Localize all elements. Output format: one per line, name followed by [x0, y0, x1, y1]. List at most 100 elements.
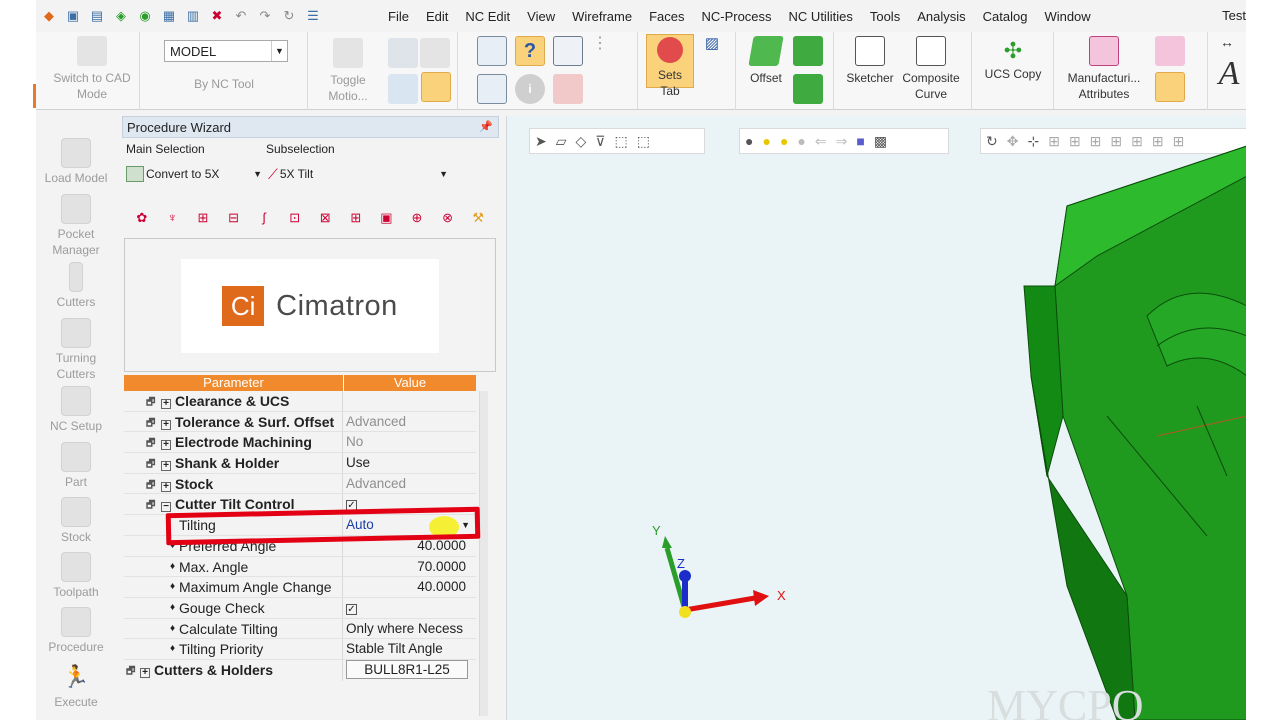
toolpath-button[interactable]: Toolpath — [36, 552, 116, 600]
wizard-tool-12-icon[interactable]: ⚒ — [468, 210, 488, 228]
3d-viewport[interactable]: ➤ ▱ ◇ ⊽ ⬚ ⬚ ● ● ● ● ⇐ ⇒ ■ ▩ ↻ ✥ ⊹ ⊞ ⊞ ⊞ … — [506, 116, 1246, 720]
tool-icon[interactable] — [388, 38, 418, 72]
part-button[interactable]: Part — [36, 442, 116, 490]
menu-nc-edit[interactable]: NC Edit — [465, 9, 510, 24]
redo-icon[interactable]: ↷ — [254, 6, 276, 26]
toggle-motion-button[interactable]: Toggle Motio... — [318, 38, 378, 104]
expand-icon[interactable]: + — [161, 399, 171, 409]
gouge-check-checkbox[interactable]: ✓ — [346, 603, 357, 615]
by-nc-tool-button[interactable]: By NC Tool — [164, 76, 284, 92]
value-clearance-ucs[interactable] — [343, 391, 476, 411]
table-row[interactable]: 🗗 + Shank & Holder Use — [124, 453, 476, 474]
collapse-icon[interactable]: − — [161, 502, 171, 513]
execute-button[interactable]: 🏃 Execute — [36, 662, 116, 710]
info-icon[interactable]: i — [514, 74, 546, 104]
cutter-tilt-checkbox[interactable]: ✓ — [346, 500, 357, 512]
wizard-tool-1-icon[interactable]: ✿ — [132, 210, 152, 228]
menu-tools[interactable]: Tools — [870, 9, 900, 24]
value-shank-holder[interactable]: Use — [343, 453, 476, 473]
text-icon[interactable]: A — [1212, 57, 1246, 91]
manufacturing-attributes-button[interactable]: Manufacturi... Attributes — [1062, 36, 1146, 102]
table-row[interactable]: 🗗 + Stock Advanced — [124, 473, 476, 495]
nc-setup-button[interactable]: NC Setup — [36, 386, 116, 434]
table-row[interactable]: ♦ Preferred Angle 40.0000 — [124, 535, 476, 557]
table-row[interactable]: ♦ Tilting Priority Stable Tilt Angle — [124, 639, 476, 660]
wizard-tool-7-icon[interactable]: ⊠ — [315, 210, 335, 228]
cutters-button[interactable]: Cutters — [36, 262, 116, 310]
delete-icon[interactable]: ✖ — [206, 6, 228, 26]
switch-to-cad-button[interactable]: Switch to CAD Mode — [42, 36, 142, 102]
value-max-angle-change[interactable]: 40.0000 — [343, 577, 476, 597]
table-row[interactable]: 🗗 + Cutters & Holders BULL8R1-L25 — [124, 659, 476, 681]
procedure-button[interactable]: Procedure — [36, 607, 116, 655]
view-icon[interactable]: ▦ — [158, 6, 180, 26]
wizard-tool-2-icon[interactable]: ♆ — [163, 210, 183, 228]
wizard-tool-10-icon[interactable]: ⊕ — [407, 210, 427, 228]
list-icon[interactable]: ☰ — [302, 6, 324, 26]
table-row[interactable]: ♦ Calculate Tilting Only where Necess — [124, 618, 476, 640]
menu-window[interactable]: Window — [1044, 9, 1090, 24]
green-cube-icon[interactable]: ◈ — [110, 6, 132, 26]
table-row[interactable]: ♦ Max. Angle 70.0000 — [124, 556, 476, 578]
expand-icon[interactable]: + — [140, 667, 150, 678]
table-row[interactable]: 🗗 + Electrode Machining No — [124, 432, 476, 454]
surface-icon[interactable] — [792, 36, 824, 70]
expand-icon[interactable]: + — [161, 440, 171, 451]
menu-file[interactable]: File — [388, 9, 409, 24]
value-preferred-angle[interactable]: 40.0000 — [343, 536, 476, 556]
cutter-selection-button[interactable]: BULL8R1-L25 — [346, 659, 468, 679]
help-icon[interactable]: ? — [514, 36, 546, 66]
menu-catalog[interactable]: Catalog — [983, 9, 1028, 24]
attribute-icon[interactable] — [1154, 36, 1186, 70]
load-model-button[interactable]: Load Model — [36, 138, 116, 186]
nc-icon[interactable]: ◉ — [134, 6, 156, 26]
cube-icon[interactable] — [420, 38, 450, 72]
refresh-icon[interactable]: ↻ — [278, 6, 300, 26]
wizard-tool-9-icon[interactable]: ▣ — [377, 210, 397, 228]
table-scrollbar[interactable] — [479, 391, 488, 716]
offset-button[interactable]: Offset — [744, 36, 788, 86]
pocket-manager-button[interactable]: Pocket Manager — [36, 194, 116, 258]
table-icon[interactable] — [476, 74, 508, 108]
expand-icon[interactable]: + — [161, 419, 171, 430]
wizard-tool-3-icon[interactable]: ⊞ — [193, 210, 213, 228]
value-stock[interactable]: Advanced — [343, 474, 476, 494]
main-selection-dropdown[interactable]: Convert to 5X ▼ — [126, 164, 262, 184]
surface-2-icon[interactable] — [792, 74, 824, 108]
wizard-tool-5-icon[interactable]: ʃ — [254, 210, 274, 228]
machine-icon[interactable] — [552, 74, 584, 108]
table-row[interactable]: 🗗 − Cutter Tilt Control ✓ — [124, 494, 476, 516]
menu-analysis[interactable]: Analysis — [917, 9, 965, 24]
table-row[interactable]: 🗗 + Clearance & UCS — [124, 391, 476, 412]
value-calc-tilting[interactable]: Only where Necess — [343, 619, 476, 639]
menu-wireframe[interactable]: Wireframe — [572, 9, 632, 24]
stock-button[interactable]: Stock — [36, 497, 116, 545]
dimension-icon[interactable]: ↔ — [1212, 34, 1242, 50]
subselection-dropdown[interactable]: ⟋ 5X Tilt ▼ — [268, 164, 448, 184]
wizard-tool-4-icon[interactable]: ⊟ — [224, 210, 244, 228]
table-row[interactable]: 🗗 + Tolerance & Surf. Offset Advanced — [124, 411, 476, 433]
ucs-copy-button[interactable]: ✣ UCS Copy — [976, 36, 1050, 82]
sets-tab-button[interactable]: Sets Tab — [646, 34, 694, 98]
attribute-2-icon[interactable] — [1154, 72, 1186, 106]
wizard-tool-11-icon[interactable]: ⊗ — [438, 210, 458, 228]
wizard-tool-8-icon[interactable]: ⊞ — [346, 210, 366, 228]
menu-nc-process[interactable]: NC-Process — [701, 9, 771, 24]
menu-view[interactable]: View — [527, 9, 555, 24]
value-electrode[interactable]: No — [343, 432, 476, 452]
ruler-icon[interactable]: ⋮ — [590, 36, 610, 52]
wizard-tool-6-icon[interactable]: ⊡ — [285, 210, 305, 228]
value-tolerance[interactable]: Advanced — [343, 412, 476, 432]
open-icon[interactable]: ▤ — [86, 6, 108, 26]
turning-cutters-button[interactable]: Turning Cutters — [36, 318, 116, 382]
save-icon[interactable]: ▣ — [62, 6, 84, 26]
model-dropdown[interactable]: MODEL ▼ — [164, 40, 288, 62]
window-icon[interactable] — [552, 36, 584, 70]
sketcher-button[interactable]: Sketcher — [842, 36, 898, 86]
menu-nc-utilities[interactable]: NC Utilities — [789, 9, 853, 24]
pin-icon[interactable]: 📌 — [479, 120, 493, 133]
layers-icon[interactable]: ▥ — [182, 6, 204, 26]
table-row[interactable]: ♦ Maximum Angle Change 40.0000 — [124, 577, 476, 598]
undo-icon[interactable]: ↶ — [230, 6, 252, 26]
value-tilting-priority[interactable]: Stable Tilt Angle — [343, 639, 476, 659]
